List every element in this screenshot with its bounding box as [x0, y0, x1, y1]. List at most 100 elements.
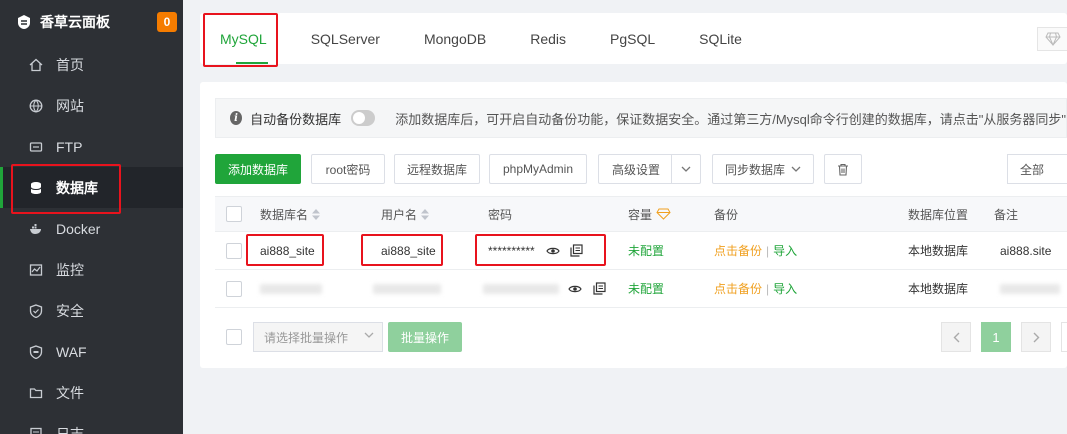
chevron-down-icon — [791, 166, 801, 172]
tab-pgsql[interactable]: PgSQL — [588, 13, 677, 64]
trash-icon — [838, 163, 848, 176]
tab-sqlite[interactable]: SQLite — [677, 13, 764, 64]
batch-operation-select[interactable]: 请选择批量操作 — [253, 322, 383, 352]
highlight-box-db-user — [361, 234, 443, 266]
sidebar-item-home[interactable]: 首页 — [0, 44, 183, 85]
sidebar-item-docker[interactable]: Docker — [0, 208, 183, 249]
log-icon — [28, 426, 44, 434]
batch-placeholder: 请选择批量操作 — [264, 330, 349, 345]
row-checkbox[interactable] — [226, 242, 242, 259]
sidebar-item-files[interactable]: 文件 — [0, 372, 183, 413]
sidebar: 香草云面板 0 首页 网站 FTP 数据库 Docker 监控 安全 WAF 文… — [0, 0, 183, 434]
header-note: 备注 — [994, 207, 1019, 222]
table-header: 数据库名 用户名 密码 容量 备份 数据库位置 备注 — [215, 196, 1067, 232]
globe-icon — [28, 98, 44, 114]
header-backup: 备份 — [714, 207, 739, 222]
header-user[interactable]: 用户名 — [381, 197, 430, 231]
copy-icon[interactable] — [591, 281, 607, 297]
notice-text: 添加数据库后，可开启自动备份功能，保证数据安全。通过第三方/Mysql命令行创建… — [395, 111, 1066, 127]
gem-icon — [656, 208, 671, 220]
backup-actions: 点击备份 | 导入 — [714, 232, 797, 269]
sidebar-item-label: WAF — [56, 343, 87, 360]
page-size-select[interactable] — [1061, 322, 1067, 352]
tab-sqlserver[interactable]: SQLServer — [289, 13, 402, 64]
table-footer: 请选择批量操作 批量操作 1 — [215, 322, 1067, 352]
ftp-icon — [28, 139, 44, 155]
row-checkbox[interactable] — [226, 280, 242, 297]
phpmyadmin-button[interactable]: phpMyAdmin — [489, 154, 587, 184]
brand-name: 香草云面板 — [40, 14, 110, 30]
chevron-down-icon — [681, 166, 691, 172]
logo-icon — [18, 15, 30, 29]
import-link[interactable]: 导入 — [773, 242, 797, 259]
sidebar-item-website[interactable]: 网站 — [0, 85, 183, 126]
advanced-settings-dropdown[interactable]: 高级设置 — [598, 154, 701, 184]
header-name[interactable]: 数据库名 — [260, 197, 321, 231]
sidebar-item-label: 首页 — [56, 56, 84, 73]
header-capacity: 容量 — [628, 197, 671, 231]
sidebar-item-waf[interactable]: WAF — [0, 331, 183, 372]
db-name-redacted[interactable] — [260, 270, 322, 307]
sidebar-item-security[interactable]: 安全 — [0, 290, 183, 331]
batch-operation-button[interactable]: 批量操作 — [388, 322, 462, 352]
capacity-status[interactable]: 未配置 — [628, 270, 664, 307]
highlight-box-db-name — [246, 234, 324, 266]
header-user-label: 用户名 — [381, 207, 418, 222]
chevron-down-icon — [364, 332, 374, 338]
import-link[interactable]: 导入 — [773, 280, 797, 297]
separator: | — [766, 281, 770, 296]
db-note[interactable]: ai888.site — [1000, 232, 1051, 269]
backup-link[interactable]: 点击备份 — [714, 242, 762, 259]
sidebar-item-label: 日志 — [56, 425, 84, 434]
notification-badge[interactable]: 0 — [157, 12, 177, 32]
sidebar-item-label: 文件 — [56, 384, 84, 401]
monitor-icon — [28, 262, 44, 278]
tab-redis[interactable]: Redis — [508, 13, 588, 64]
tab-mongodb[interactable]: MongoDB — [402, 13, 508, 64]
highlight-box-sidebar-database — [11, 164, 121, 214]
db-password-cell — [483, 270, 607, 307]
filter-select[interactable]: 全部 — [1007, 154, 1067, 184]
sync-database-dropdown[interactable]: 同步数据库 — [712, 154, 814, 184]
waf-icon — [28, 344, 44, 360]
gem-icon[interactable] — [1037, 27, 1067, 51]
auto-backup-notice: i 自动备份数据库 添加数据库后，可开启自动备份功能，保证数据安全。通过第三方/… — [215, 98, 1067, 138]
prev-page-button[interactable] — [941, 322, 971, 352]
sidebar-item-label: 监控 — [56, 261, 84, 278]
folder-icon — [28, 385, 44, 401]
header-password: 密码 — [488, 207, 513, 222]
sidebar-item-monitor[interactable]: 监控 — [0, 249, 183, 290]
eye-icon[interactable] — [567, 281, 583, 297]
database-type-tabs: MySQL SQLServer MongoDB Redis PgSQL SQLi… — [200, 13, 1067, 67]
capacity-status[interactable]: 未配置 — [628, 232, 664, 269]
sort-icon — [421, 208, 430, 220]
chevron-left-icon — [953, 332, 959, 342]
shield-icon — [28, 303, 44, 319]
remote-database-button[interactable]: 远程数据库 — [394, 154, 480, 184]
header-location: 数据库位置 — [908, 207, 969, 222]
footer-select-all-checkbox[interactable] — [226, 329, 242, 345]
sidebar-item-label: 网站 — [56, 97, 84, 114]
database-panel: i 自动备份数据库 添加数据库后，可开启自动备份功能，保证数据安全。通过第三方/… — [200, 82, 1067, 368]
highlight-box-mysql-tab — [203, 13, 278, 67]
next-page-button[interactable] — [1021, 322, 1051, 352]
add-database-button[interactable]: 添加数据库 — [215, 154, 301, 184]
select-all-checkbox[interactable] — [226, 206, 242, 222]
highlight-box-db-password — [475, 234, 606, 266]
table-row: 未配置 点击备份 | 导入 本地数据库 — [215, 270, 1067, 308]
db-location: 本地数据库 — [908, 282, 969, 296]
page-number[interactable]: 1 — [981, 322, 1011, 352]
header-name-label: 数据库名 — [260, 207, 309, 222]
sidebar-item-ftp[interactable]: FTP — [0, 126, 183, 167]
delete-button[interactable] — [824, 154, 862, 184]
advanced-settings-label: 高级设置 — [612, 162, 661, 177]
sidebar-item-logs[interactable]: 日志 — [0, 413, 183, 434]
db-user-redacted[interactable] — [373, 270, 441, 307]
backup-link[interactable]: 点击备份 — [714, 280, 762, 297]
root-password-button[interactable]: root密码 — [311, 154, 385, 184]
auto-backup-toggle[interactable] — [351, 110, 376, 126]
home-icon — [28, 57, 44, 73]
backup-actions: 点击备份 | 导入 — [714, 270, 797, 307]
sync-database-label: 同步数据库 — [724, 162, 785, 177]
db-note-redacted[interactable] — [1000, 270, 1060, 307]
